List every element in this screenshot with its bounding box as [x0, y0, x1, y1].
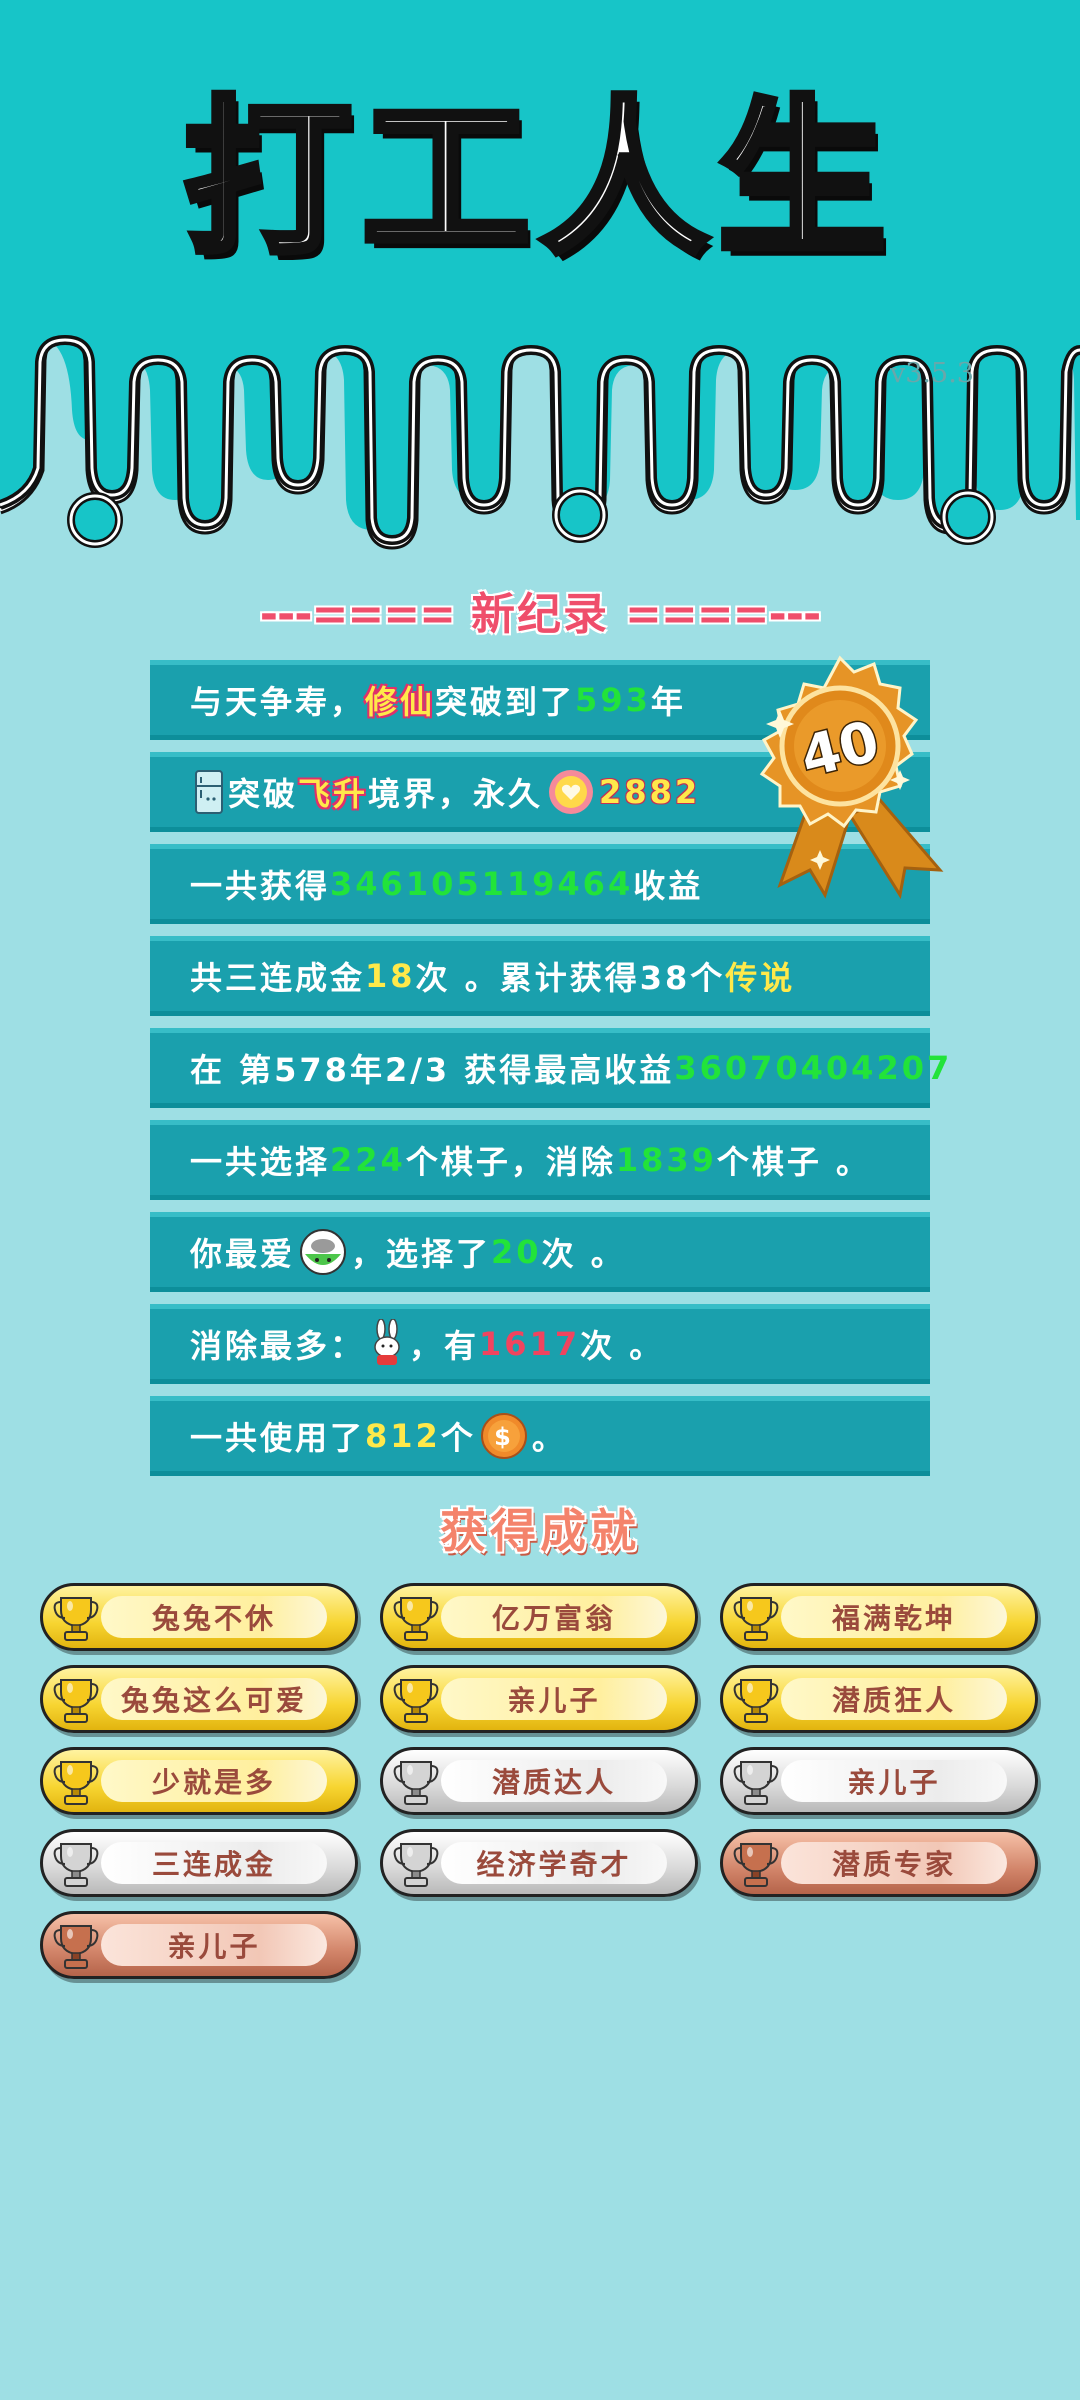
trophy-icon [53, 1679, 99, 1723]
achievement-badge[interactable]: 经济学奇才 [380, 1829, 698, 1897]
stat-row-favorite: 你最爱 ，选择了 20 次 。 [150, 1212, 930, 1292]
achievement-label: 潜质专家 [781, 1842, 1007, 1884]
achievement-label: 兔兔这么可爱 [101, 1678, 327, 1720]
achievement-label: 三连成金 [101, 1842, 327, 1884]
rabbit-icon [374, 1319, 400, 1365]
achievement-label: 潜质达人 [441, 1760, 667, 1802]
achievement-badge[interactable]: 亿万富翁 [380, 1583, 698, 1651]
achievement-label: 亲儿子 [781, 1760, 1007, 1802]
svg-text:$: $ [494, 1423, 514, 1451]
trophy-icon [393, 1597, 439, 1641]
achievement-label: 经济学奇才 [441, 1842, 667, 1884]
stat-row-highest-income: 在 第578年2/3 获得最高收益 36070404207 [150, 1028, 949, 1108]
stat-row-most-eliminated: 消除最多： ，有 1617 次 。 [150, 1304, 930, 1384]
trophy-icon [53, 1597, 99, 1641]
achievements-heading: 获得成就 [440, 1504, 640, 1558]
trophy-icon [393, 1843, 439, 1887]
achievement-label: 亿万富翁 [441, 1596, 667, 1638]
trophy-icon [53, 1761, 99, 1805]
achievement-badge[interactable]: 亲儿子 [720, 1747, 1038, 1815]
achievement-badge[interactable]: 潜质专家 [720, 1829, 1038, 1897]
achievement-badge[interactable]: 兔兔这么可爱 [40, 1665, 358, 1733]
trophy-icon [53, 1843, 99, 1887]
achievement-label: 少就是多 [101, 1760, 327, 1802]
achievement-label: 亲儿子 [101, 1924, 327, 1966]
achievement-label: 福满乾坤 [781, 1596, 1007, 1638]
trophy-icon [733, 1761, 779, 1805]
stat-row-pieces: 一共选择 224 个棋子，消除 1839 个棋子 。 [150, 1120, 930, 1200]
coin-icon: $ [480, 1413, 527, 1459]
trophy-icon [733, 1843, 779, 1887]
achievement-badge[interactable]: 潜质狂人 [720, 1665, 1038, 1733]
heading-dashes-left: ---==== [259, 589, 456, 640]
heart-coin-icon [549, 770, 594, 814]
new-record-title: 新纪录 [471, 589, 609, 640]
achievement-label: 亲儿子 [441, 1678, 667, 1720]
stat-row-coins-used: 一共使用了 812 个 $ 。 [150, 1396, 930, 1476]
bowl-icon [300, 1229, 347, 1275]
trophy-icon [733, 1679, 779, 1723]
fridge-icon [195, 770, 223, 814]
trophy-icon [733, 1597, 779, 1641]
achievement-badge[interactable]: 亲儿子 [40, 1911, 358, 1979]
achievement-label: 兔兔不休 [101, 1596, 327, 1638]
trophy-icon [393, 1761, 439, 1805]
trophy-icon [393, 1679, 439, 1723]
achievement-badge[interactable]: 少就是多 [40, 1747, 358, 1815]
new-record-heading: ---==== 新纪录 ====--- [0, 578, 1080, 642]
version-label: v3.5.3 [890, 358, 974, 389]
achievement-badge[interactable]: 三连成金 [40, 1829, 358, 1897]
heading-dashes-right: ====--- [625, 589, 821, 640]
medal-badge: 40 [759, 655, 944, 900]
achievement-badge[interactable]: 亲儿子 [380, 1665, 698, 1733]
achievement-badge[interactable]: 兔兔不休 [40, 1583, 358, 1651]
trophy-icon [53, 1925, 99, 1969]
achievement-label: 潜质狂人 [781, 1678, 1007, 1720]
game-title: 打工人生 [181, 81, 896, 277]
achievement-badge[interactable]: 潜质达人 [380, 1747, 698, 1815]
achievement-badge[interactable]: 福满乾坤 [720, 1583, 1038, 1651]
stat-row-triple-gold: 共三连成金 18 次 。累计获得38个 传说 [150, 936, 930, 1016]
